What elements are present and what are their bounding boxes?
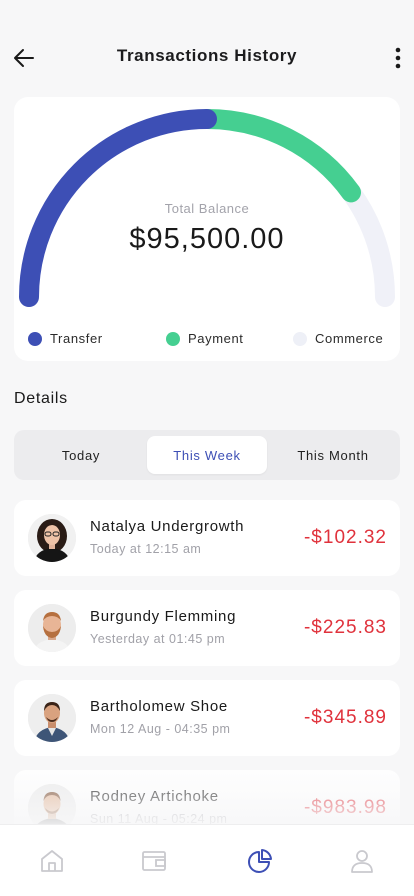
legend-label-transfer: Transfer (50, 331, 103, 346)
transaction-row[interactable]: Bartholomew Shoe Mon 12 Aug - 04:35 pm -… (14, 680, 400, 756)
details-heading: Details (14, 390, 68, 407)
nav-profile[interactable] (348, 847, 376, 875)
transaction-name: Rodney Artichoke (90, 788, 219, 805)
profile-icon (351, 850, 373, 873)
legend-item-transfer: Transfer (28, 331, 103, 346)
transaction-time: Yesterday at 01:45 pm (90, 632, 226, 646)
transaction-amount: -$983.98 (303, 797, 387, 818)
bottom-navigation (0, 824, 414, 896)
transaction-time: Today at 12:15 am (90, 542, 202, 556)
nav-wallet[interactable] (140, 847, 168, 875)
nav-statistics[interactable] (246, 847, 274, 875)
period-tabs: Today This Week This Month (14, 430, 400, 480)
legend-label-payment: Payment (188, 331, 244, 346)
more-options-button[interactable] (386, 42, 410, 74)
nav-home[interactable] (38, 847, 66, 875)
header: Transactions History (0, 36, 414, 80)
legend-label-commerce: Commerce (315, 331, 384, 346)
avatar (28, 604, 76, 652)
page-title: Transactions History (116, 46, 298, 65)
avatar-man-beard (28, 604, 76, 652)
transaction-amount: -$102.32 (303, 527, 387, 548)
tab-today[interactable]: Today (20, 436, 142, 474)
legend-dot-commerce (293, 331, 307, 346)
transaction-name: Bartholomew Shoe (90, 698, 228, 715)
balance-card: Total Balance $95,500.00 Transfer Paymen… (14, 97, 400, 361)
home-icon (41, 850, 63, 872)
legend-dot-transfer (28, 331, 42, 346)
legend-dot-payment (166, 331, 180, 346)
more-vertical-icon (395, 47, 401, 69)
avatar-man-denim (28, 694, 76, 742)
tab-this-week[interactable]: This Week (147, 436, 267, 474)
transaction-row[interactable]: Natalya Undergrowth Today at 12:15 am -$… (14, 500, 400, 576)
gauge-segment-payment (197, 109, 362, 203)
legend-item-commerce: Commerce (293, 331, 383, 346)
transaction-name: Natalya Undergrowth (90, 518, 245, 535)
balance-value: $95,500.00 (129, 223, 285, 255)
avatar (28, 694, 76, 742)
legend-item-payment: Payment (166, 331, 244, 346)
transaction-row[interactable]: Burgundy Flemming Yesterday at 01:45 pm … (14, 590, 400, 666)
avatar (28, 514, 76, 562)
transaction-name: Burgundy Flemming (90, 608, 237, 625)
transaction-amount: -$345.89 (303, 707, 387, 728)
transaction-time: Mon 12 Aug - 04:35 pm (90, 722, 231, 736)
chart-legend: Transfer Payment Commerce (14, 331, 400, 349)
pie-chart-icon (248, 849, 272, 873)
avatar-woman-curly-hair (28, 514, 76, 562)
transaction-amount: -$225.83 (303, 617, 387, 638)
balance-label: Total Balance (164, 201, 250, 216)
wallet-icon (142, 851, 166, 871)
tab-this-month[interactable]: This Month (272, 436, 394, 474)
